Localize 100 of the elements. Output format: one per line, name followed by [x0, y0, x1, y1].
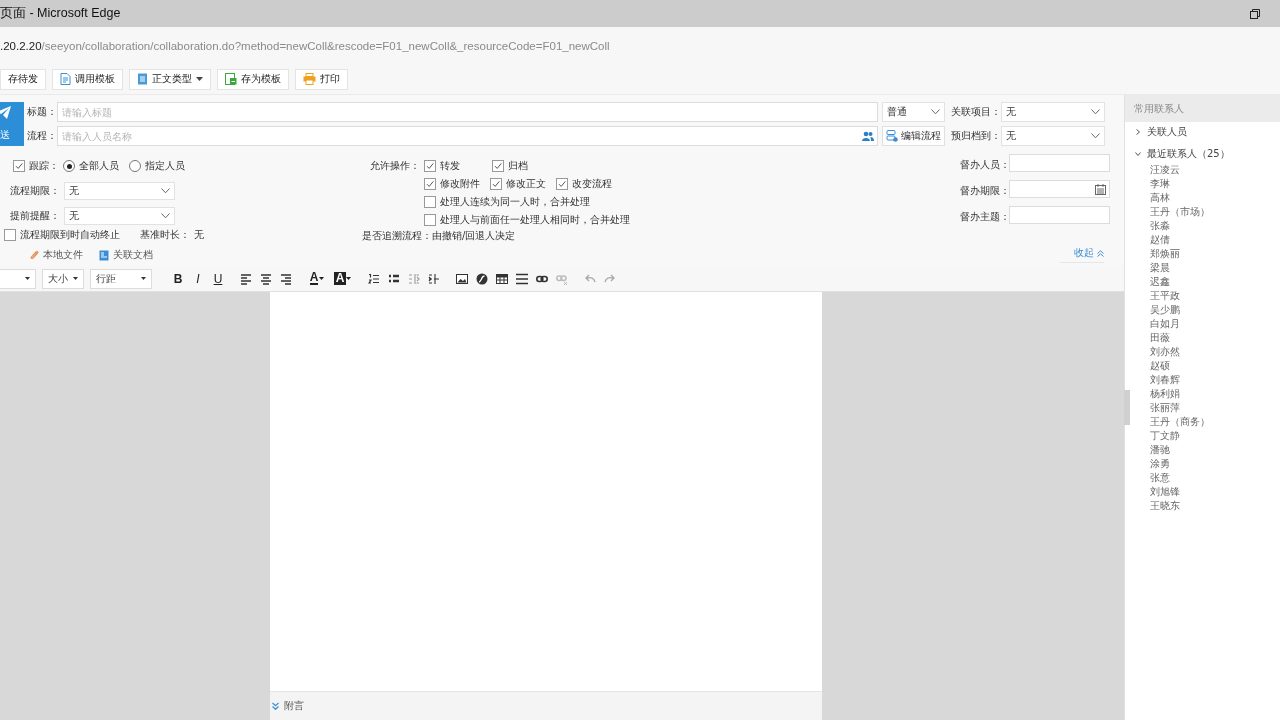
title-input[interactable]: 请输入标题	[57, 102, 878, 122]
contact-item[interactable]: 吴少鹏	[1150, 303, 1180, 317]
contact-item[interactable]: 丁文静	[1150, 429, 1180, 443]
contact-item[interactable]: 王晓东	[1150, 499, 1180, 513]
checkbox[interactable]	[424, 196, 436, 208]
contact-item[interactable]: 刘旭锋	[1150, 485, 1180, 499]
bullet-list-icon	[388, 272, 400, 285]
attachment-link[interactable]: 本地文件	[30, 248, 83, 262]
tree-group[interactable]: 关联人员	[1125, 125, 1280, 139]
contact-item[interactable]: 迟鑫	[1150, 275, 1170, 289]
contact-item[interactable]: 张淼	[1150, 219, 1170, 233]
select-field[interactable]: 无	[1001, 126, 1105, 146]
text-field[interactable]	[1009, 154, 1110, 172]
field-label: 督办主题：	[960, 210, 1005, 224]
contact-item[interactable]: 田薇	[1150, 331, 1170, 345]
checkbox[interactable]	[424, 214, 436, 226]
tree-group[interactable]: 最近联系人（25）	[1125, 147, 1280, 161]
field-value: 无	[194, 228, 204, 242]
checkbox[interactable]	[492, 160, 504, 172]
option-label: 处理人与前面任一处理人相同时，合并处理	[440, 213, 630, 227]
contact-item[interactable]: 涂勇	[1150, 457, 1170, 471]
importance-select[interactable]: 普通	[882, 102, 945, 122]
option-label: 修改附件	[440, 177, 480, 191]
checkbox[interactable]	[424, 178, 436, 190]
panel-header: 常用联系人	[1125, 95, 1280, 122]
collapse-handle[interactable]	[1124, 390, 1130, 425]
field-label: 基准时长：	[140, 228, 190, 242]
printer-icon	[303, 73, 316, 85]
contact-item[interactable]: 梁晨	[1150, 261, 1170, 275]
flash-icon	[476, 272, 488, 285]
table-icon	[496, 272, 508, 285]
checkbox[interactable]	[13, 160, 25, 172]
align-center-icon	[260, 272, 272, 285]
line-spacing-select[interactable]: 行距	[90, 268, 152, 289]
italic-button[interactable]: I	[188, 268, 208, 289]
chevron-down-icon	[161, 213, 170, 219]
edit-flow-button[interactable]: 编辑流程	[882, 126, 945, 146]
checkbox[interactable]	[490, 178, 502, 190]
contact-item[interactable]: 张丽萍	[1150, 401, 1180, 415]
radio-button[interactable]	[63, 160, 75, 172]
chevron-down-icon	[161, 188, 170, 194]
contact-item[interactable]: 汪凌云	[1150, 163, 1180, 177]
toolbar-button[interactable]: 存待发	[0, 68, 46, 90]
toolbar-button[interactable]: 存为模板	[217, 68, 289, 90]
address-url[interactable]: .20.2.20/seeyon/collaboration/collaboration.do?method=newColl&rescode=F01_newColl&_resourceCode=F01_newColl	[0, 39, 610, 52]
radio-button[interactable]	[129, 160, 141, 172]
field-label: 提前提醒：	[10, 209, 60, 223]
font-color-button[interactable]: A	[304, 268, 330, 289]
contact-item[interactable]: 高林	[1150, 191, 1170, 205]
horizontal-rule-icon	[516, 272, 528, 285]
checkbox[interactable]	[4, 229, 16, 241]
contact-item[interactable]: 赵硕	[1150, 359, 1170, 373]
contact-item[interactable]: 王平政	[1150, 289, 1180, 303]
contact-item[interactable]: 杨利娟	[1150, 387, 1180, 401]
option-label: 修改正文	[506, 177, 546, 191]
option-label: 处理人连续为同一人时，合并处理	[440, 195, 590, 209]
collapse-link[interactable]: 收起	[1060, 246, 1104, 263]
attachment-link[interactable]: 关联文档	[99, 248, 153, 262]
document-icon	[99, 249, 109, 261]
numbered-list-icon	[368, 272, 380, 285]
contact-item[interactable]: 白如月	[1150, 317, 1180, 331]
field-label: 跟踪：	[29, 159, 59, 173]
send-button[interactable]: 送	[0, 102, 24, 146]
toolbar-button[interactable]: 调用模板	[52, 68, 123, 90]
highlight-color-button[interactable]: A	[330, 268, 356, 289]
select-field[interactable]: 无	[1001, 102, 1105, 122]
underline-button[interactable]: U	[208, 268, 228, 289]
contact-item[interactable]: 刘亦然	[1150, 345, 1180, 359]
contact-item[interactable]: 赵倩	[1150, 233, 1170, 247]
remark-bar[interactable]: 附言	[270, 691, 822, 720]
window-title: 页面 - Microsoft Edge	[0, 5, 121, 22]
chevron-down-icon	[1091, 133, 1100, 139]
date-field[interactable]	[1009, 180, 1110, 198]
contact-item[interactable]: 王丹（市场）	[1150, 205, 1210, 219]
checkbox[interactable]	[556, 178, 568, 190]
flow-input[interactable]: 请输入人员名称	[57, 126, 878, 146]
field-label: 预归档到：	[951, 129, 1001, 143]
contact-item[interactable]: 李琳	[1150, 177, 1170, 191]
field-label: 是否追溯流程：	[362, 229, 432, 243]
select-field[interactable]: 无	[64, 207, 175, 225]
option-label: 归档	[508, 159, 528, 173]
text-field[interactable]	[1009, 206, 1110, 224]
document-icon	[60, 73, 71, 85]
select-field[interactable]: 无	[64, 182, 175, 200]
redo-icon	[604, 272, 616, 285]
bold-button[interactable]: B	[168, 268, 188, 289]
restore-icon[interactable]	[1250, 8, 1260, 19]
option-label: 指定人员	[145, 159, 185, 173]
contact-item[interactable]: 潘驰	[1150, 443, 1170, 457]
contact-item[interactable]: 郑焕丽	[1150, 247, 1180, 261]
calendar-icon[interactable]	[1095, 183, 1106, 195]
people-icon[interactable]	[862, 131, 874, 141]
contact-item[interactable]: 张意	[1150, 471, 1170, 485]
toolbar-button[interactable]: 打印	[295, 68, 348, 90]
field-label: 流程：	[26, 129, 57, 143]
contact-item[interactable]: 王丹（商务）	[1150, 415, 1210, 429]
toolbar-button[interactable]: 正文类型	[129, 68, 211, 90]
checkbox[interactable]	[424, 160, 436, 172]
contact-item[interactable]: 刘春辉	[1150, 373, 1180, 387]
font-size-select[interactable]: 大小	[42, 268, 84, 289]
